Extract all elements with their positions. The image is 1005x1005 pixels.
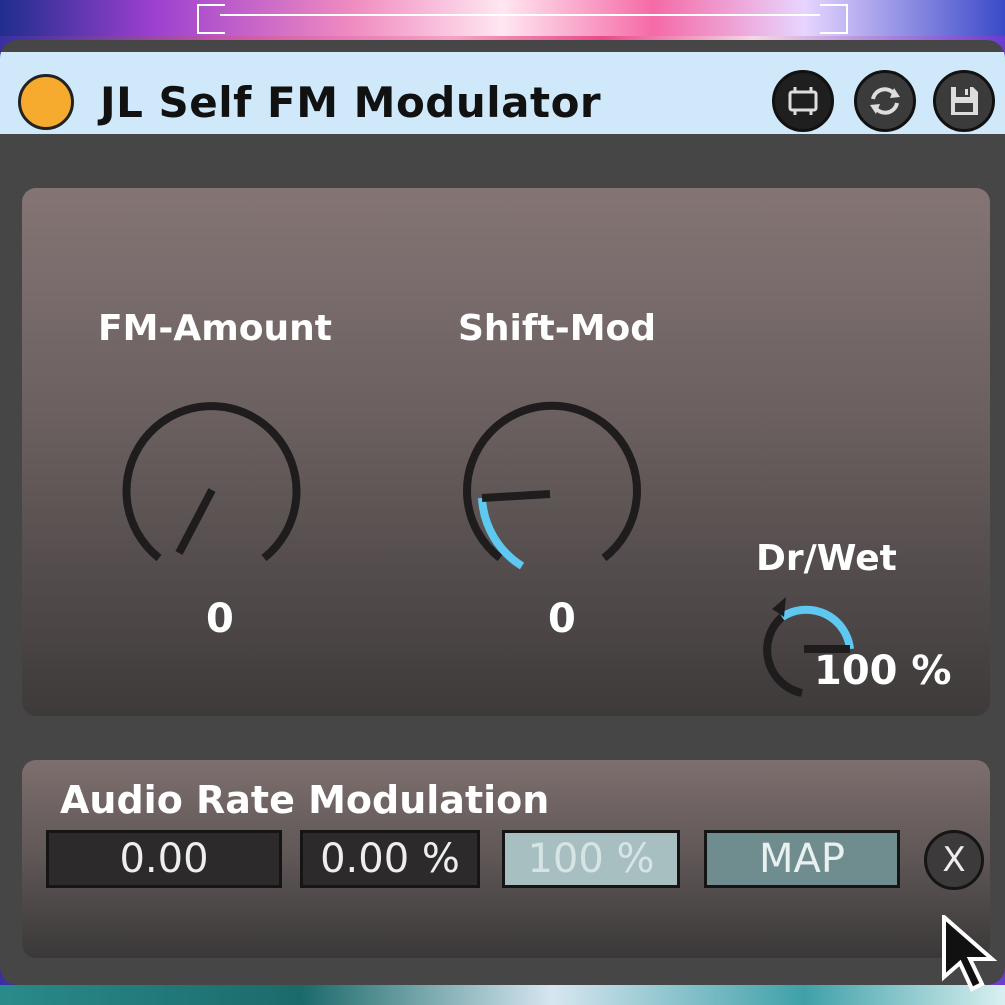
mod-amount-field[interactable]: 100 %	[502, 830, 680, 888]
shift-mod-label: Shift-Mod	[458, 308, 657, 349]
selection-bracket-right	[820, 4, 848, 34]
map-icon	[788, 87, 818, 115]
map-mode-button[interactable]: MAP	[704, 830, 900, 888]
selection-bracket-line	[220, 14, 820, 16]
device-title: JL Self FM Modulator	[100, 78, 602, 127]
save-button[interactable]	[933, 70, 995, 132]
map-button[interactable]	[772, 70, 834, 132]
unmap-close-button[interactable]: X	[924, 830, 984, 890]
refresh-icon	[870, 87, 900, 115]
save-icon	[951, 87, 978, 115]
mod-min-field[interactable]: 0.00	[46, 830, 282, 888]
device-power-toggle[interactable]	[18, 74, 74, 130]
refresh-button[interactable]	[854, 70, 916, 132]
mouse-cursor-icon	[942, 915, 998, 992]
main-controls-panel: FM-Amount 0 Shift-Mod 0 Dr/Wet 100 %	[22, 188, 990, 716]
mod-depth-field[interactable]: 0.00 %	[300, 830, 480, 888]
dry-wet-label: Dr/Wet	[756, 538, 897, 579]
desktop-background-bottom	[0, 985, 1005, 1005]
fm-amount-value: 0	[206, 596, 234, 642]
audio-rate-modulation-title: Audio Rate Modulation	[60, 778, 550, 822]
device-title-bar: JL Self FM Modulator	[0, 52, 1005, 134]
fm-amount-label: FM-Amount	[98, 308, 332, 349]
desktop-background-top	[0, 0, 1005, 36]
dry-wet-value: 100 %	[814, 648, 952, 694]
selection-bracket-left	[197, 4, 225, 34]
shift-mod-value: 0	[548, 596, 576, 642]
shift-mod-knob[interactable]	[462, 398, 662, 588]
fm-amount-knob[interactable]	[122, 398, 322, 588]
